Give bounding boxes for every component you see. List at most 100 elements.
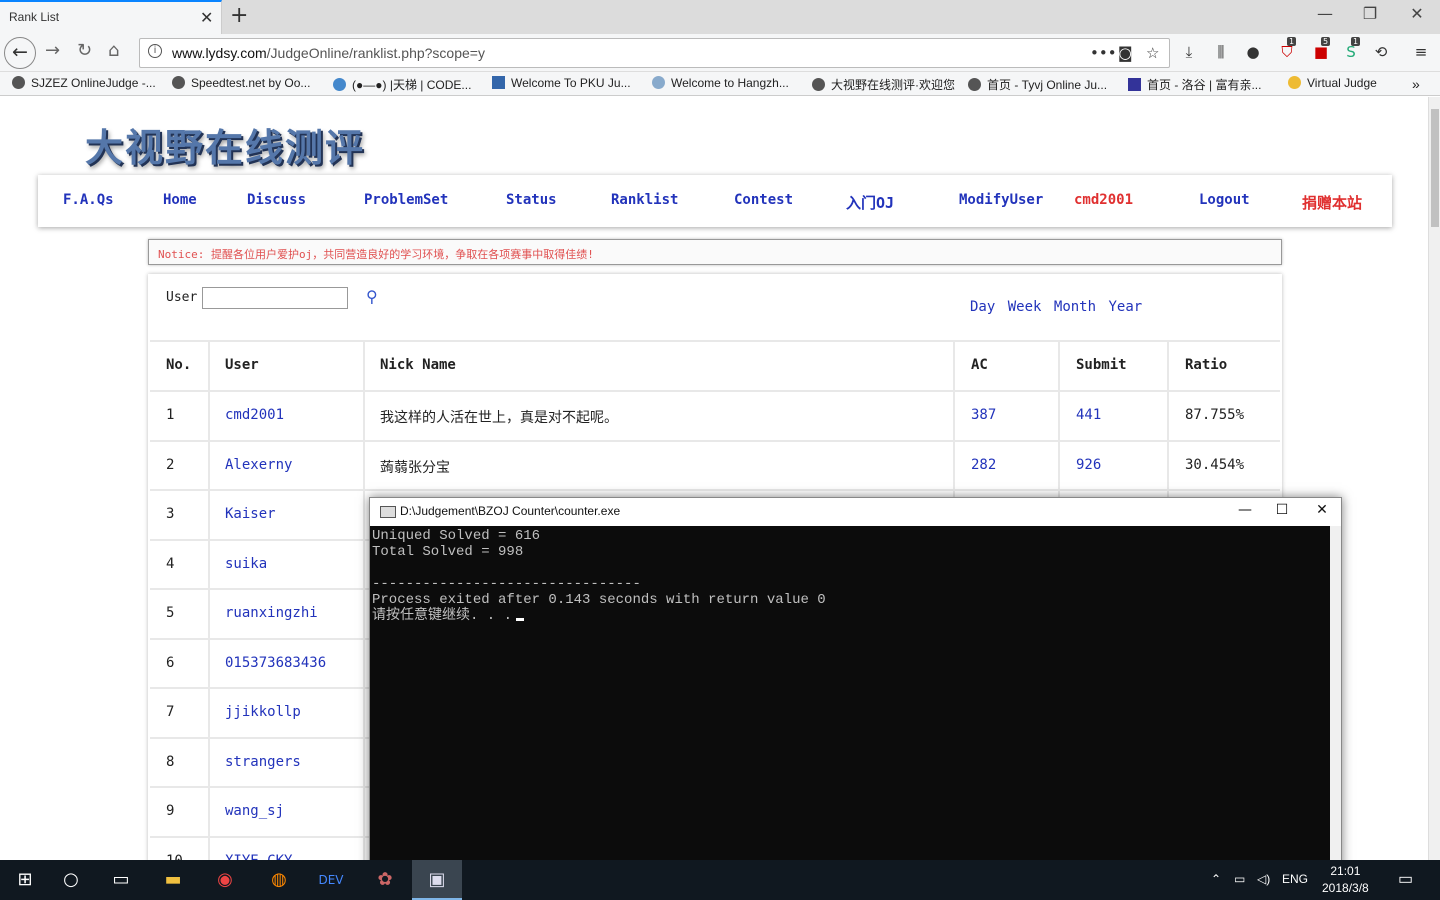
console-taskbar-icon[interactable]: ▣ [412, 860, 462, 900]
extension-s-icon[interactable]: S1 [1340, 37, 1362, 61]
menu-status[interactable]: Status [506, 192, 557, 208]
download-icon[interactable]: ⤓ [1178, 43, 1200, 61]
pocket-icon[interactable]: ◙ [1118, 44, 1133, 62]
cell-user[interactable]: 015373683436 [225, 655, 326, 671]
console-titlebar[interactable]: D:\Judgement\BZOJ Counter\counter.exe — … [370, 498, 1341, 526]
restore-icon[interactable]: ❐ [1350, 4, 1390, 23]
library-icon[interactable]: ⫼ [1210, 43, 1232, 61]
app-icon[interactable]: ✿ [360, 860, 410, 900]
network-icon[interactable]: ▭ [1234, 872, 1245, 886]
cell-submit[interactable]: 926 [1076, 457, 1101, 473]
cell-user[interactable]: jjikkollp [225, 704, 301, 720]
table-row: 2 Alexerny 蒟蒻张分宝 282 926 30.454% [150, 439, 1280, 491]
page-actions-icon[interactable]: ••• [1090, 44, 1117, 62]
chrome-icon[interactable]: ◉ [200, 860, 250, 900]
period-week[interactable]: Week [1008, 299, 1042, 315]
tab-rank-list[interactable]: Rank List ✕ [0, 0, 222, 34]
close-window-icon[interactable]: ✕ [1397, 4, 1437, 23]
firefox-icon[interactable]: ◍ [254, 860, 304, 900]
new-tab-icon[interactable]: + [230, 3, 248, 28]
period-month[interactable]: Month [1054, 299, 1096, 315]
cell-no: 3 [166, 506, 175, 522]
cell-user[interactable]: cmd2001 [225, 407, 284, 423]
menu-modifyuser[interactable]: ModifyUser [959, 192, 1043, 208]
user-search-input[interactable] [202, 287, 348, 309]
bookmark-item[interactable]: 首页 - 洛谷 | 富有亲... [1128, 76, 1261, 93]
menu-logout[interactable]: Logout [1199, 192, 1250, 208]
menu-problemset[interactable]: ProblemSet [364, 192, 448, 208]
page-scrollbar[interactable] [1428, 97, 1440, 860]
tray-expand-icon[interactable]: ⌃ [1211, 872, 1221, 886]
bookmark-star-icon[interactable]: ☆ [1146, 44, 1159, 62]
menu-intro-oj[interactable]: 入门OJ [846, 192, 894, 213]
home-icon[interactable]: ⌂ [108, 40, 119, 61]
cell-user[interactable]: strangers [225, 754, 301, 770]
menu-home[interactable]: Home [163, 192, 197, 208]
language-indicator[interactable]: ENG [1282, 872, 1308, 886]
bookmark-item[interactable]: Welcome to Hangzh... [652, 76, 789, 90]
bookmark-item[interactable]: Welcome To PKU Ju... [492, 76, 631, 90]
devcpp-icon[interactable]: DEV [306, 860, 356, 900]
menu-faqs[interactable]: F.A.Qs [63, 192, 114, 208]
cell-ac[interactable]: 282 [971, 457, 996, 473]
column-divider [1167, 441, 1169, 491]
cell-user[interactable]: suika [225, 556, 267, 572]
file-explorer-icon[interactable]: ▬ [148, 860, 198, 900]
menu-ranklist[interactable]: Ranklist [611, 192, 678, 208]
menu-donate[interactable]: 捐赠本站 [1302, 192, 1362, 213]
history-icon[interactable]: ⟲ [1370, 43, 1392, 61]
extension-circle-icon[interactable]: ● [1242, 43, 1264, 61]
cell-ratio: 30.454% [1185, 456, 1245, 473]
favicon-icon [12, 76, 25, 89]
menu-contest[interactable]: Contest [734, 192, 793, 208]
cell-submit[interactable]: 441 [1076, 407, 1101, 423]
cell-user[interactable]: ruanxingzhi [225, 605, 318, 621]
cell-user[interactable]: Kaiser [225, 506, 276, 522]
menu-discuss[interactable]: Discuss [247, 192, 306, 208]
console-minimize-icon[interactable]: — [1230, 502, 1260, 518]
extension-red-icon[interactable]: ■ 5 [1310, 37, 1332, 61]
console-close-icon[interactable]: ✕ [1307, 502, 1337, 518]
scroll-thumb[interactable] [1431, 109, 1439, 227]
cell-user[interactable]: Alexerny [225, 457, 292, 473]
column-divider [363, 788, 365, 837]
bookmark-item[interactable]: 首页 - Tyvj Online Ju... [968, 76, 1107, 93]
task-view-icon[interactable]: ▭ [96, 860, 146, 900]
bookmark-item[interactable]: Virtual Judge [1288, 76, 1377, 90]
console-scrollbar[interactable] [1330, 526, 1341, 900]
info-icon[interactable]: i [148, 44, 162, 58]
console-window[interactable]: D:\Judgement\BZOJ Counter\counter.exe — … [369, 497, 1342, 900]
menu-username[interactable]: cmd2001 [1074, 192, 1133, 208]
console-maximize-icon[interactable]: ☐ [1267, 502, 1297, 518]
site-logo[interactable]: 大视野在线测评 [85, 117, 365, 172]
bookmark-item[interactable]: (●—●) |天梯 | CODE... [333, 76, 471, 93]
close-tab-icon[interactable]: ✕ [200, 8, 213, 27]
notifications-icon[interactable]: ▭ [1398, 869, 1413, 889]
column-divider [953, 392, 955, 441]
windows-start-icon[interactable]: ⊞ [0, 860, 50, 900]
cell-user[interactable]: wang_sj [225, 803, 284, 819]
more-bookmarks-icon[interactable]: » [1412, 76, 1420, 92]
minimize-icon[interactable]: — [1305, 4, 1345, 23]
cell-ac[interactable]: 387 [971, 407, 996, 423]
bookmark-item[interactable]: SJZEZ OnlineJudge -... [12, 76, 156, 90]
reload-icon[interactable]: ↻ [77, 40, 92, 61]
cell-user[interactable]: XIYE_CKY [225, 853, 292, 861]
clock[interactable]: 21:01 2018/3/8 [1322, 863, 1369, 897]
col-user: User [225, 357, 259, 373]
favicon-icon [968, 78, 981, 91]
search-icon[interactable]: ⚲ [366, 287, 378, 306]
back-arrow-icon[interactable]: ← [4, 37, 36, 69]
period-year[interactable]: Year [1108, 299, 1142, 315]
address-bar[interactable]: i www.lydsy.com/JudgeOnline/ranklist.php… [139, 38, 1170, 68]
bookmark-item[interactable]: 大视野在线测评·欢迎您 [812, 76, 955, 93]
forward-arrow-icon[interactable]: → [45, 40, 60, 61]
bookmark-item[interactable]: Speedtest.net by Oo... [172, 76, 310, 90]
cell-nick: 我这样的人活在世上，真是对不起呢。 [380, 410, 618, 426]
period-day[interactable]: Day [970, 299, 995, 315]
menu-icon[interactable]: ≡ [1410, 43, 1432, 61]
volume-icon[interactable]: ◁) [1257, 872, 1270, 886]
column-divider [208, 738, 210, 788]
cortana-search-icon[interactable]: ○ [46, 860, 96, 900]
ublock-icon[interactable]: ⛉ 1 [1276, 37, 1298, 61]
